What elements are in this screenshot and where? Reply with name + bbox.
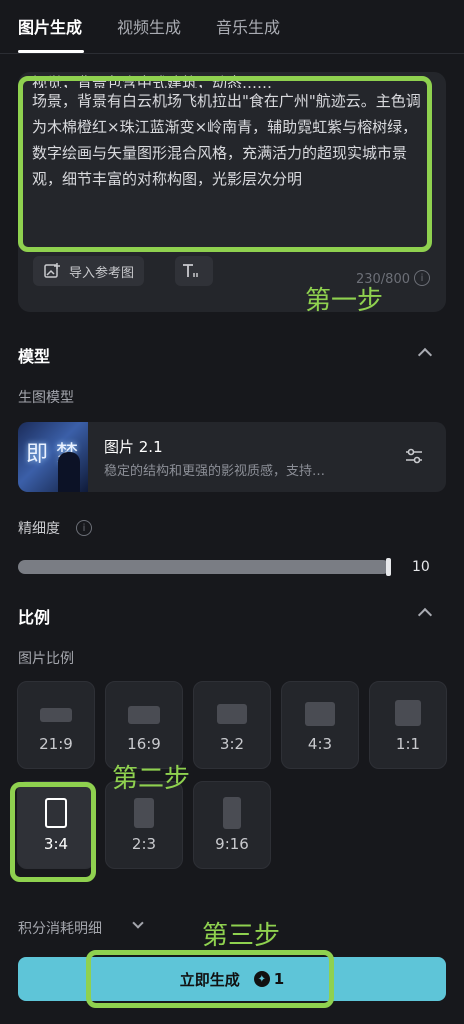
ratio-label: 1:1 xyxy=(395,735,421,753)
model-name: 图片 2.1 xyxy=(104,438,163,456)
credits-expand-icon[interactable] xyxy=(132,917,144,929)
step1-annotation: 第一步 xyxy=(305,286,384,316)
tab-image-generation[interactable]: 图片生成 xyxy=(18,14,82,38)
ratio-shape-icon xyxy=(305,702,335,726)
prompt-card: 视觉，背景包含中式建筑，动态…… 场景，背景有白云机场飞机拉出"食在广州"航迹云… xyxy=(18,72,446,312)
ratio-shape-icon xyxy=(45,798,67,828)
ratio-sub-label: 图片比例 xyxy=(18,651,74,667)
model-thumbnail-figure xyxy=(58,452,80,492)
model-section-title: 模型 xyxy=(18,347,51,366)
step2-annotation: 第二步 xyxy=(112,764,191,794)
ratio-option-4-3[interactable]: 4:3 xyxy=(281,681,359,769)
collapse-model-icon[interactable] xyxy=(417,347,433,363)
ratio-option-16-9[interactable]: 16:9 xyxy=(105,681,183,769)
ratio-option-1-1[interactable]: 1:1 xyxy=(369,681,447,769)
ratio-label: 21:9 xyxy=(39,735,73,753)
tab-bar: 图片生成 视频生成 音乐生成 xyxy=(0,0,464,54)
model-selector[interactable]: 即梦 图片 2.1 稳定的结构和更强的影视质感，支持… xyxy=(18,422,446,492)
import-reference-button[interactable]: 导入参考图 xyxy=(33,256,145,286)
ratio-label: 4:3 xyxy=(307,735,333,753)
tab-divider xyxy=(0,53,464,54)
precision-info-icon[interactable]: i xyxy=(76,520,92,536)
ratio-shape-icon xyxy=(128,706,160,724)
ratio-label: 3:2 xyxy=(219,735,245,753)
ratio-label: 2:3 xyxy=(131,835,157,853)
ratio-option-21-9[interactable]: 21:9 xyxy=(17,681,95,769)
ratio-label: 16:9 xyxy=(127,735,161,753)
precision-slider-handle[interactable] xyxy=(386,558,391,576)
tab-music-generation[interactable]: 音乐生成 xyxy=(216,14,280,38)
generate-button-label: 立即生成 xyxy=(179,970,240,989)
precision-value: 10 xyxy=(412,559,430,575)
model-settings-icon[interactable] xyxy=(404,446,424,466)
import-reference-label: 导入参考图 xyxy=(69,265,135,281)
prompt-text: 场景，背景有白云机场飞机拉出"食在广州"航迹云。主色调为木棉橙红×珠江蓝渐变×岭… xyxy=(32,92,421,188)
model-sub-label: 生图模型 xyxy=(18,390,74,406)
precision-label: 精细度 xyxy=(18,521,60,537)
ratio-label: 3:4 xyxy=(43,835,69,853)
ratio-label: 9:16 xyxy=(215,835,249,853)
prompt-partial-line: 视觉，背景包含中式建筑，动态…… xyxy=(32,74,273,88)
credits-detail-label[interactable]: 积分消耗明细 xyxy=(18,918,102,938)
ratio-option-9-16[interactable]: 9:16 xyxy=(193,781,271,869)
model-thumbnail: 即梦 xyxy=(18,422,88,492)
precision-slider[interactable] xyxy=(18,560,390,574)
text-format-button[interactable] xyxy=(175,256,213,286)
tab-video-generation[interactable]: 视频生成 xyxy=(117,14,181,38)
ratio-shape-icon xyxy=(134,798,154,828)
ratio-shape-icon xyxy=(223,797,241,829)
ratio-shape-icon xyxy=(395,700,421,726)
ratio-shape-icon xyxy=(40,708,72,722)
text-format-icon xyxy=(183,264,198,277)
prompt-input[interactable]: 视觉，背景包含中式建筑，动态…… 场景，背景有白云机场飞机拉出"食在广州"航迹云… xyxy=(32,74,432,192)
ratio-option-3-4[interactable]: 3:4 xyxy=(17,781,95,869)
model-description: 稳定的结构和更强的影视质感，支持… xyxy=(104,464,326,479)
ratio-option-3-2[interactable]: 3:2 xyxy=(193,681,271,769)
info-icon[interactable]: i xyxy=(414,270,430,286)
generate-cost: 1 xyxy=(273,970,285,988)
collapse-ratio-icon[interactable] xyxy=(417,607,433,623)
image-add-icon xyxy=(44,263,60,278)
ratio-section-title: 比例 xyxy=(18,608,51,627)
generate-button[interactable]: 立即生成 ✦ 1 xyxy=(18,957,446,1001)
credit-coin-icon: ✦ xyxy=(253,971,270,987)
ratio-shape-icon xyxy=(217,704,247,724)
step3-annotation: 第三步 xyxy=(202,921,281,951)
